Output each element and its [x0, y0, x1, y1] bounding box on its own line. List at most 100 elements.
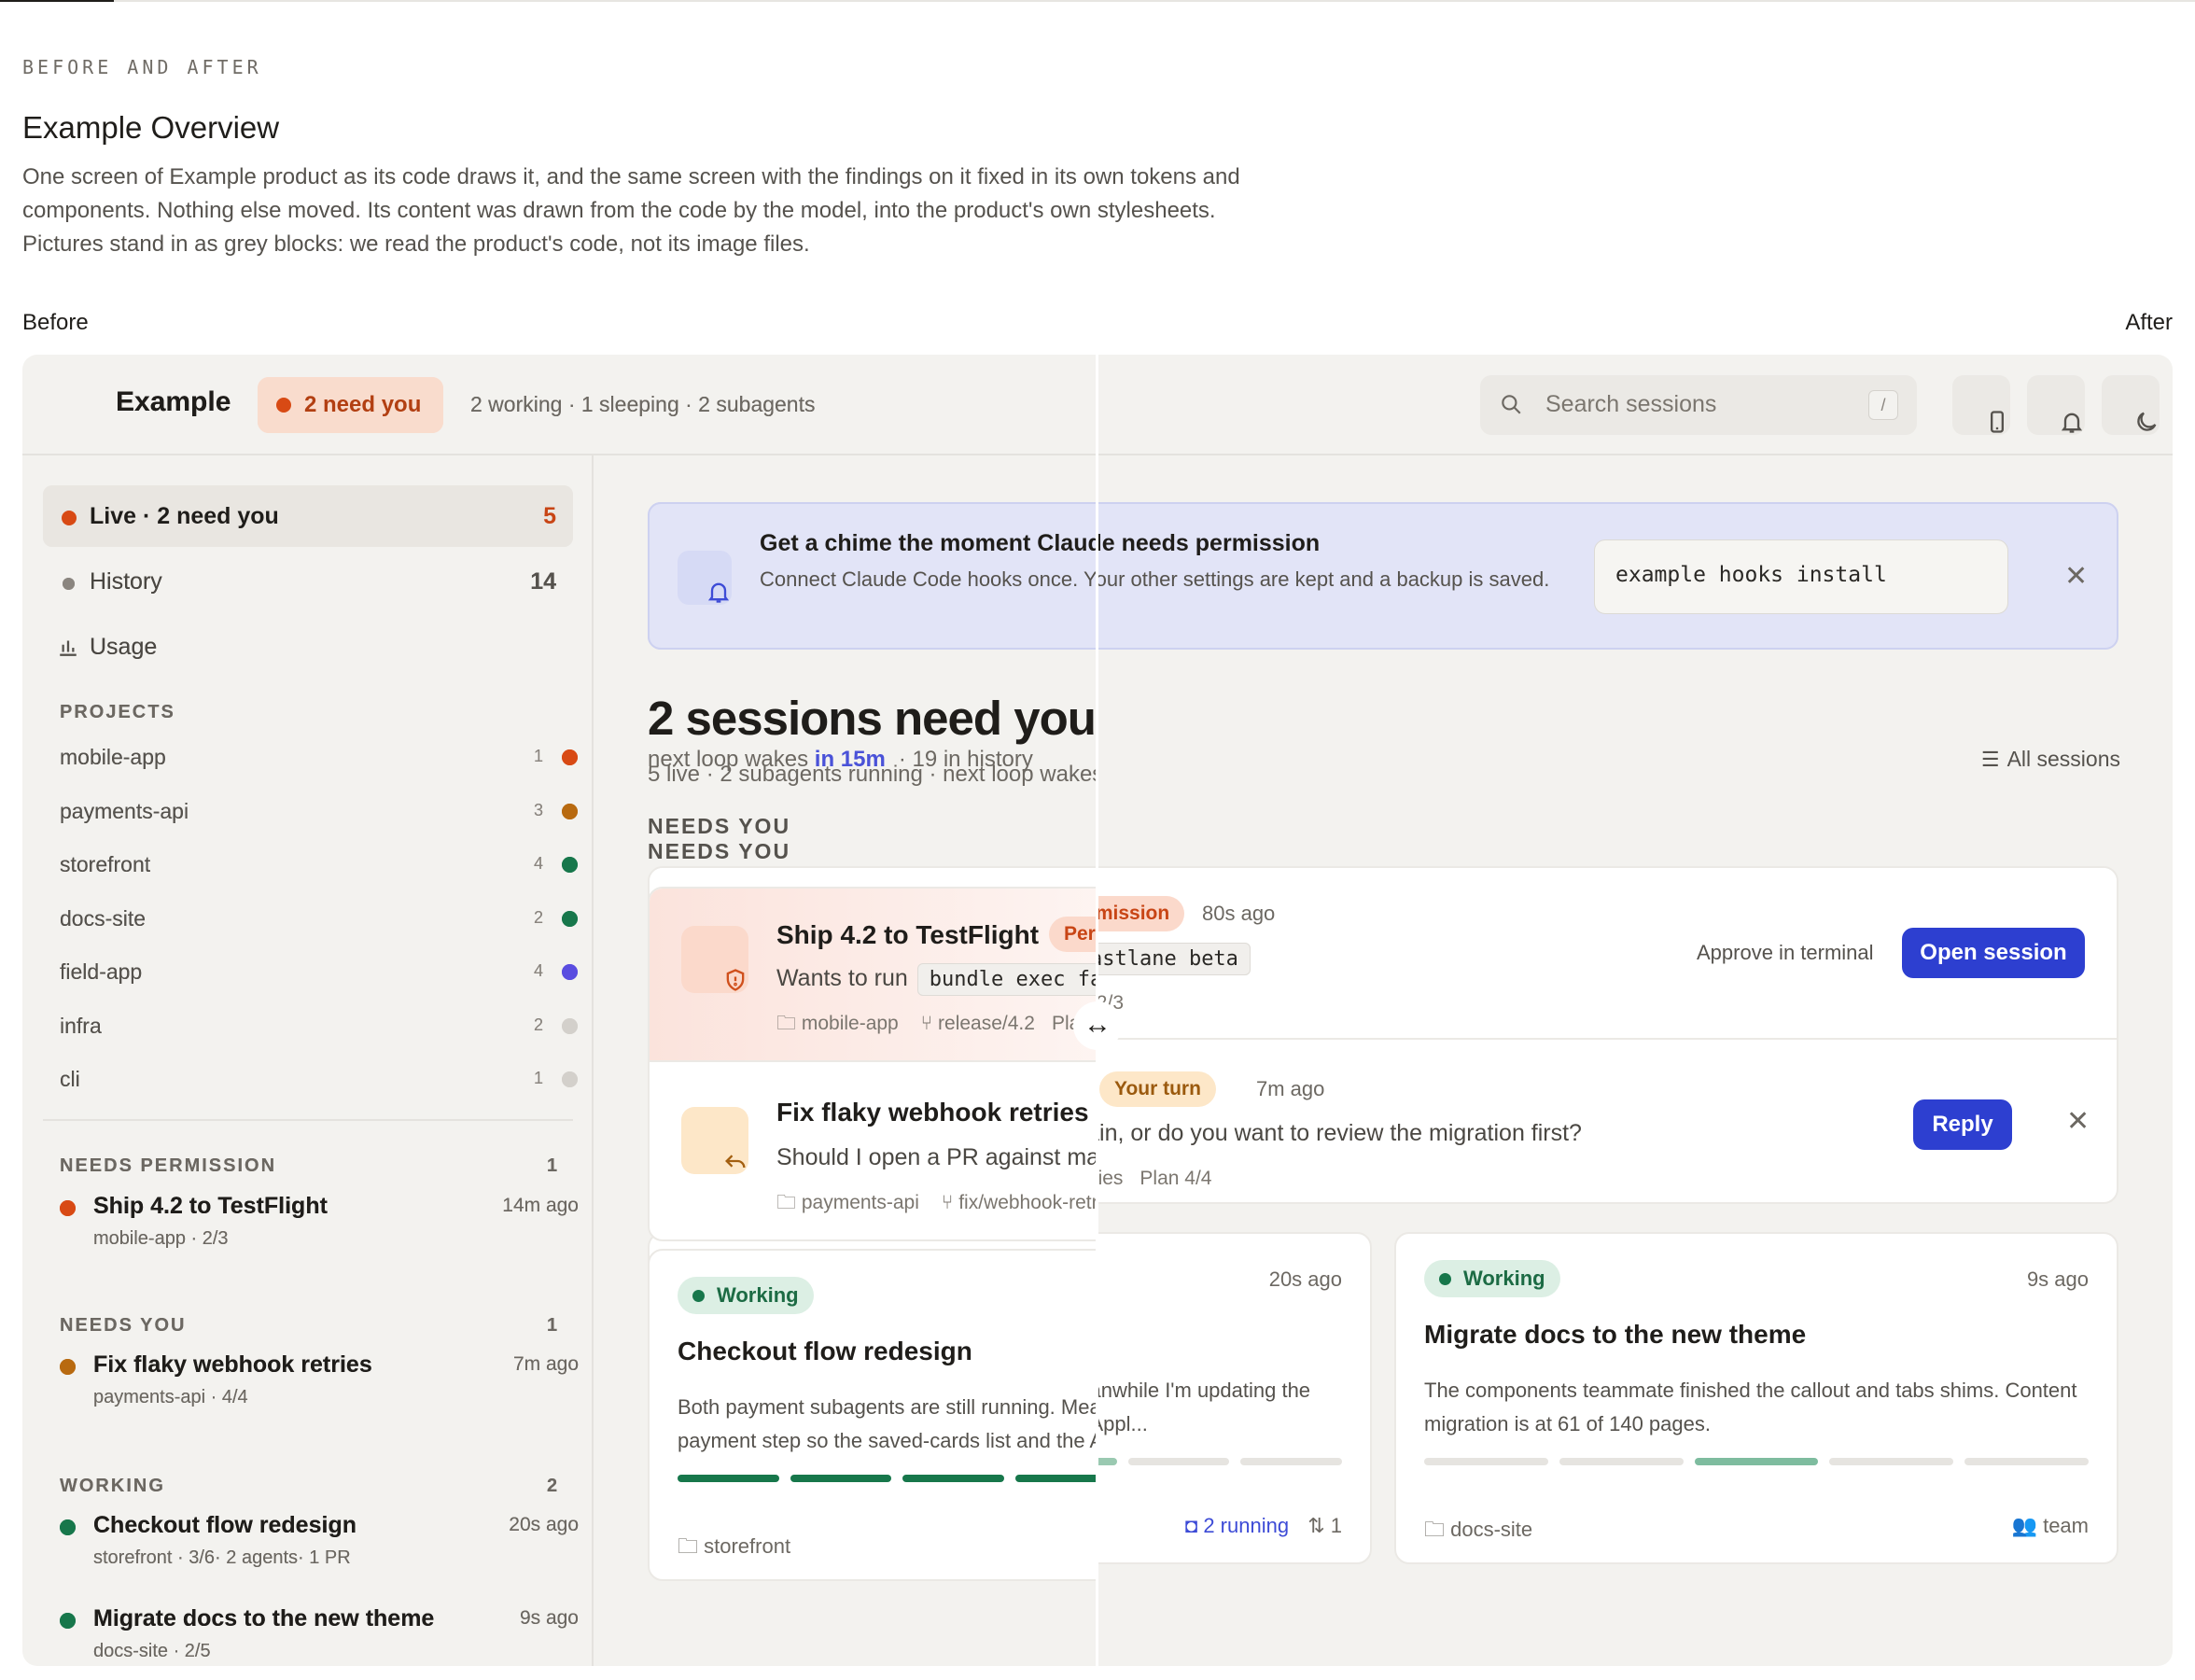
session-time: 9s ago	[519, 1607, 579, 1629]
project-count: 4	[534, 961, 544, 980]
project-count: 2	[534, 907, 544, 927]
install-command[interactable]: example hooks install	[1594, 539, 2008, 614]
needs-meta: 🗀 mobile-app ⑂ release/4.2Plan 2/3	[776, 1010, 1098, 1043]
sidebar-item-usage[interactable]: Usage	[43, 616, 573, 678]
needs-tag: Your turn	[1099, 1071, 1216, 1107]
pr-icon: ⇅	[1302, 1514, 1331, 1537]
card-footer-right: ◘ 2 running ⇅ 1	[1185, 1514, 1342, 1538]
project-item[interactable]: payments-api 3	[60, 791, 582, 829]
project-item[interactable]: storefront 4	[60, 845, 582, 882]
progress-segment	[1424, 1458, 1548, 1465]
project-name: payments-api	[60, 798, 189, 823]
needs-project: mobile-app	[801, 1013, 899, 1034]
after-label: After	[2125, 310, 2173, 335]
folder-icon: 🗀	[776, 1192, 796, 1213]
project-status-dot	[562, 857, 578, 873]
session-status-dot	[60, 1613, 76, 1629]
all-sessions-link[interactable]: ☰ All sessions	[1981, 747, 2120, 772]
folder-icon: 🗀	[678, 1534, 705, 1558]
session-list-item[interactable]: Migrate docs to the new theme docs-site ·…	[60, 1603, 582, 1666]
project-item[interactable]: field-app 4	[60, 952, 582, 989]
sidebar-item-count: 5	[543, 503, 556, 529]
project-status-dot	[562, 910, 578, 927]
brand-logo[interactable]: Example	[116, 386, 231, 418]
session-list-item[interactable]: Checkout flow redesign storefront · 3/6· …	[60, 1510, 582, 1575]
reply-button[interactable]: Reply	[1913, 1099, 2012, 1150]
install-command-text: example hooks install	[1615, 563, 1887, 587]
search-field[interactable]: Search sessions /	[1480, 375, 1917, 435]
project-count: 4	[534, 854, 544, 873]
need-you-pill[interactable]: 2 need you	[258, 377, 444, 433]
sidebar-item-live[interactable]: Live · 2 need you 5	[43, 485, 573, 547]
card-description: The components teammate finished the cal…	[1424, 1379, 2077, 1435]
status-label: Working	[1463, 1267, 1545, 1290]
card-project: docs-site	[1450, 1518, 1533, 1541]
search-placeholder: Search sessions	[1545, 391, 1717, 417]
branch-icon: ⑂	[915, 1013, 939, 1034]
needs-time: 80s ago	[1202, 902, 1276, 925]
copy-icon	[1963, 565, 1987, 589]
project-item[interactable]: cli 1	[60, 1059, 582, 1097]
in-flight-card[interactable]: Working 9s ago Migrate docs to the new the…	[1394, 1232, 2118, 1564]
project-name: field-app	[60, 959, 143, 984]
sidebar-item-label: History	[90, 568, 162, 595]
need-you-label: 2 need you	[304, 392, 422, 417]
usage-chart-icon	[56, 635, 80, 659]
open-session-button[interactable]: Open session	[1902, 928, 2085, 978]
pr-count: 1	[1330, 1514, 1342, 1537]
session-title: Fix flaky webhook retries	[93, 1351, 372, 1378]
progress-segment	[902, 1475, 1004, 1482]
progress-bar	[1424, 1458, 2089, 1465]
project-item[interactable]: mobile-app 1	[60, 737, 582, 775]
project-name: docs-site	[60, 905, 147, 931]
sidebar-item-label: Usage	[90, 634, 158, 660]
need-you-dot	[276, 398, 291, 413]
project-item[interactable]: docs-site 2	[60, 899, 582, 936]
banner-close-button[interactable]: ✕	[2064, 560, 2088, 593]
progress-segment	[790, 1475, 892, 1482]
card-title: Migrate docs to the new theme	[1424, 1320, 1807, 1349]
sidebar-item-history[interactable]: History 14	[43, 551, 573, 612]
session-title: Migrate docs to the new theme	[93, 1605, 435, 1631]
session-list-item[interactable]: Fix flaky webhook retries payments-api · …	[60, 1350, 582, 1415]
project-count: 3	[534, 800, 544, 819]
main-meta: 5 live · 2 subagents running · next loop…	[648, 762, 1098, 788]
folder-icon: 🗀	[776, 1013, 796, 1034]
page-progress-line	[0, 0, 2195, 2]
live-dot	[62, 511, 77, 525]
reply-icon-box	[681, 1107, 748, 1174]
needs-title: Fix flaky webhook retries	[776, 1098, 1089, 1127]
theme-toggle-button[interactable]	[2102, 375, 2160, 435]
session-title: Checkout flow redesign	[93, 1512, 357, 1538]
group-count: 2	[547, 1476, 558, 1496]
session-time: 20s ago	[509, 1514, 579, 1535]
moon-icon	[2118, 392, 2157, 431]
project-name: cli	[60, 1067, 80, 1091]
main-heading: 2 sessions need you	[648, 692, 1097, 745]
status-label: Working	[717, 1283, 799, 1307]
session-time: 7m ago	[512, 1353, 579, 1375]
progress-segment	[1240, 1458, 1342, 1465]
session-list-item[interactable]: Ship 4.2 to TestFlight mobile-app · 2/3 14…	[60, 1191, 582, 1256]
header-status: 2 working · 1 sleeping · 2 subagents	[470, 392, 816, 416]
needs-body-prefix: Wants to run	[776, 965, 908, 991]
page-description: One screen of Example product as its cod…	[22, 164, 1240, 257]
comparison-handle[interactable]: ↔	[1073, 1001, 1122, 1050]
status-dot	[1439, 1273, 1451, 1285]
card-footer-right: 👥 team	[2012, 1514, 2089, 1538]
progress-segment	[1964, 1458, 2089, 1465]
project-status-dot	[562, 803, 578, 819]
approve-in-terminal-link[interactable]: Approve in terminal	[1697, 941, 1874, 965]
phone-button[interactable]	[1952, 375, 2010, 435]
project-status-dot	[562, 1071, 578, 1087]
notifications-button[interactable]	[2027, 375, 2085, 435]
history-dot	[63, 578, 75, 590]
session-subtitle: docs-site · 2/5	[93, 1641, 211, 1661]
permission-icon-box	[681, 926, 748, 993]
needs-project: payments-api	[801, 1192, 919, 1213]
progress-segment	[1829, 1458, 1954, 1465]
dismiss-button[interactable]: ✕	[2066, 1105, 2090, 1138]
group-heading: WORKING 2	[60, 1476, 557, 1497]
project-item[interactable]: infra 2	[60, 1006, 582, 1043]
project-name: infra	[60, 1013, 102, 1038]
